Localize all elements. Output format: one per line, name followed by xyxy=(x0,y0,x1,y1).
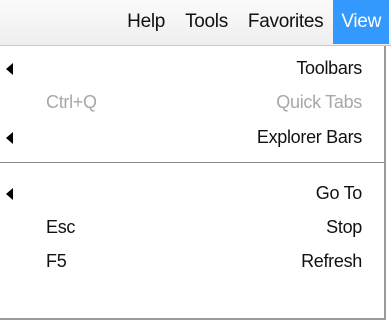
menu-item-quick-tabs: Ctrl+Q Quick Tabs xyxy=(0,86,382,120)
menu-item-stop[interactable]: Esc Stop xyxy=(0,211,382,245)
menu-bar: View Favorites Tools Help xyxy=(0,0,391,46)
menu-view[interactable]: View xyxy=(333,0,389,44)
view-dropdown-menu: Toolbars Ctrl+Q Quick Tabs Explorer Bars… xyxy=(0,46,386,320)
menu-item-label: Refresh xyxy=(301,251,362,271)
menu-item-go-to[interactable]: Go To xyxy=(0,177,382,211)
shortcut-label: F5 xyxy=(46,251,67,271)
menu-help[interactable]: Help xyxy=(117,0,175,44)
menu-tools[interactable]: Tools xyxy=(175,0,238,44)
menu-item-label: Quick Tabs xyxy=(276,92,362,112)
menu-item-label: Stop xyxy=(326,217,362,237)
submenu-arrow-icon xyxy=(6,63,13,75)
submenu-arrow-icon xyxy=(6,132,13,144)
menu-item-label: Explorer Bars xyxy=(256,127,362,147)
menu-item-label: Toolbars xyxy=(296,58,362,78)
shortcut-label: Ctrl+Q xyxy=(46,92,97,112)
menu-item-refresh[interactable]: F5 Refresh xyxy=(0,245,382,279)
menu-separator xyxy=(0,162,384,164)
menu-screen: View Favorites Tools Help Toolbars Ctrl+… xyxy=(0,0,391,332)
menu-item-label: Go To xyxy=(315,183,363,203)
menu-item-toolbars[interactable]: Toolbars xyxy=(0,52,382,86)
submenu-arrow-icon xyxy=(6,188,13,200)
menu-favorites[interactable]: Favorites xyxy=(238,0,333,44)
menu-item-explorer-bars[interactable]: Explorer Bars xyxy=(0,121,382,155)
shortcut-label: Esc xyxy=(46,217,76,237)
